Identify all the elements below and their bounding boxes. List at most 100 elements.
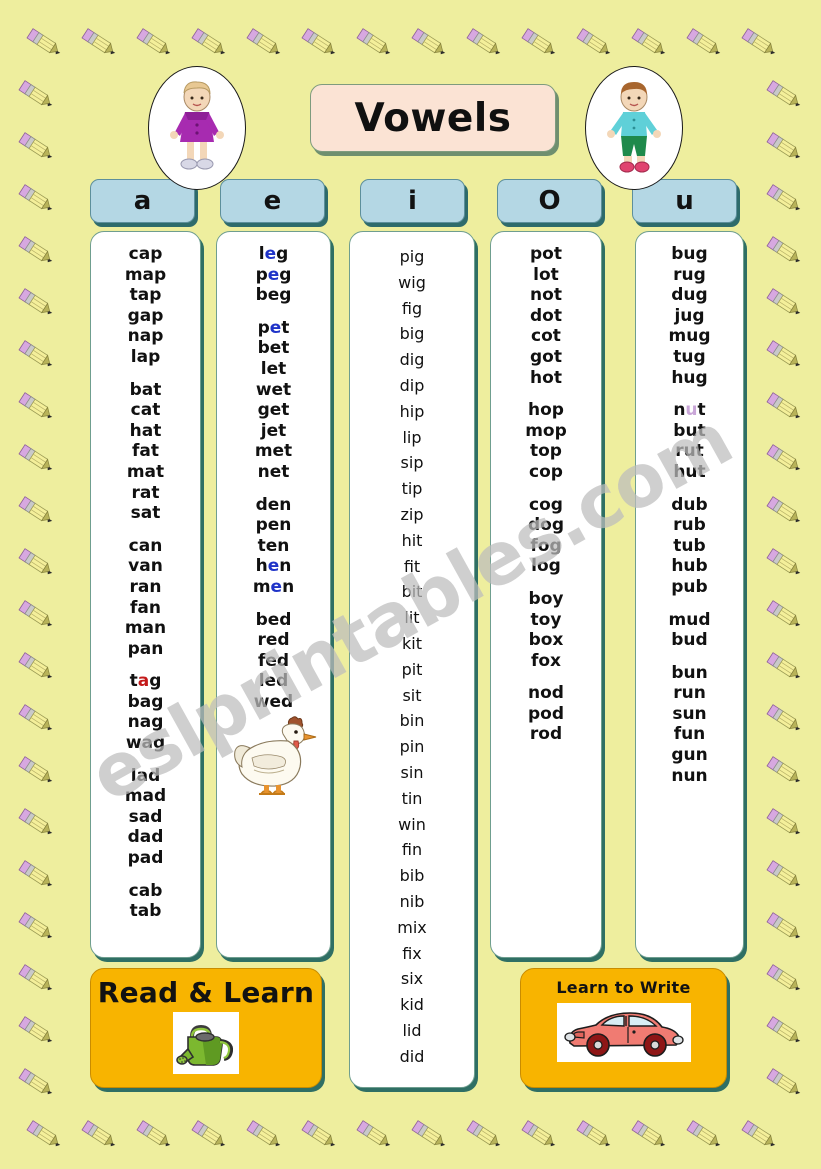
girl-doll-image [148,66,246,190]
pencil-icon [14,234,58,268]
pencil-icon [762,546,806,580]
pencil-icon [14,754,58,788]
word-item: pub [671,576,708,597]
pencil-icon [14,78,58,112]
word-item: sin [400,762,424,782]
pencil-icon [22,1118,66,1152]
pencil-icon [14,546,58,580]
word-item: fig [401,298,423,318]
pencil-icon [762,650,806,684]
pencil-icon [762,234,806,268]
pencil-icon [572,26,616,60]
pencil-icon [517,26,561,60]
word-item: bin [399,711,425,731]
tab-vowel-o-label: O [538,186,561,216]
word-item: bud [671,630,708,651]
word-item: jug [674,305,705,326]
highlighted-letter: e [269,317,282,338]
word-item: hat [129,420,162,441]
pig-image [350,1082,474,1088]
word-list-o: pot lot not dot cot got hot hop mop top cop cog dog f… [491,232,601,745]
word-item: rut [675,441,704,462]
word-item: rub [673,515,706,536]
word-item: pin [399,737,425,757]
word-item: boy [528,588,564,609]
pencil-icon [762,702,806,736]
word-item: tip [401,479,423,499]
word-item: lot [533,264,559,285]
pencil-icon [14,1014,58,1048]
word-item: toy [530,609,562,630]
pencil-icon [22,26,66,60]
pencil-icon [14,130,58,164]
pencil-icon [242,26,286,60]
word-item: lid [402,1020,422,1040]
word-item: pot [530,244,562,264]
tab-vowel-o[interactable]: O [497,179,602,223]
word-list-a: cap map tap gap nap lap bat cat hat fat mat rat sat c… [91,232,200,922]
word-list-u: bug rug dug jug mug tug hug nut but rut hut dub rub t… [636,232,743,786]
pencil-icon [762,910,806,944]
word-item: hen [255,556,292,577]
pencil-icon [14,390,58,424]
pencil-icon [762,130,806,164]
watering-can-image [173,1012,239,1074]
highlighted-letter: e [267,264,280,285]
tab-vowel-i[interactable]: i [360,179,465,223]
word-item: hut [673,461,706,482]
pencil-icon [132,26,176,60]
pencil-icon [14,910,58,944]
word-item: bun [671,662,708,683]
pencil-icon [242,1118,286,1152]
word-item: nod [528,683,564,704]
word-item: lip [402,427,422,447]
boy-doll-icon [607,82,661,173]
pencil-icon [682,1118,726,1152]
read-and-learn-banner[interactable]: Read & Learn [90,968,322,1088]
word-item: gap [127,305,164,326]
word-item: jet [260,420,287,441]
word-item: nun [671,765,708,786]
word-item: six [400,969,424,989]
pencil-icon [407,1118,451,1152]
pencil-icon [762,286,806,320]
word-item: mug [668,326,711,347]
word-item: not [530,285,562,306]
pencil-icon [14,1066,58,1100]
pencil-icon [14,182,58,216]
word-item: nut [673,400,706,421]
pencil-icon [187,1118,231,1152]
word-column-o: pot lot not dot cot got hot hop mop top cop cog dog f… [490,231,602,958]
word-item: tab [129,901,162,922]
pencil-icon [572,1118,616,1152]
word-item: ran [129,576,162,597]
highlighted-letter: u [685,400,698,421]
pencil-icon [682,26,726,60]
word-item: pig [399,247,425,266]
pencil-icon [762,754,806,788]
word-item: bug [671,244,708,264]
word-item: dad [127,827,164,848]
word-item: got [530,346,562,367]
word-item: cab [128,880,163,901]
word-item: ten [257,535,290,556]
word-list-i: pig wig fig big dig dip hip lip sip tip zip hit fit b… [350,232,474,1070]
hen-image [217,712,330,797]
word-item: dot [530,305,562,326]
pencil-icon [762,806,806,840]
word-item: top [530,441,562,462]
word-item: can [128,535,163,556]
word-item: bag [127,691,164,712]
learn-to-write-banner[interactable]: Learn to Write [520,968,727,1088]
word-item: fox [530,650,562,671]
word-item: pod [527,703,565,724]
word-item: kid [400,995,424,1015]
word-item: rat [131,482,160,503]
pencil-icon [77,1118,121,1152]
pencil-icon [14,650,58,684]
word-item: let [260,358,287,379]
word-column-i: pig wig fig big dig dip hip lip sip tip zip hit fit b… [349,231,475,1088]
tab-vowel-e[interactable]: e [220,179,325,223]
pencil-icon [14,858,58,892]
word-item: run [673,683,706,704]
